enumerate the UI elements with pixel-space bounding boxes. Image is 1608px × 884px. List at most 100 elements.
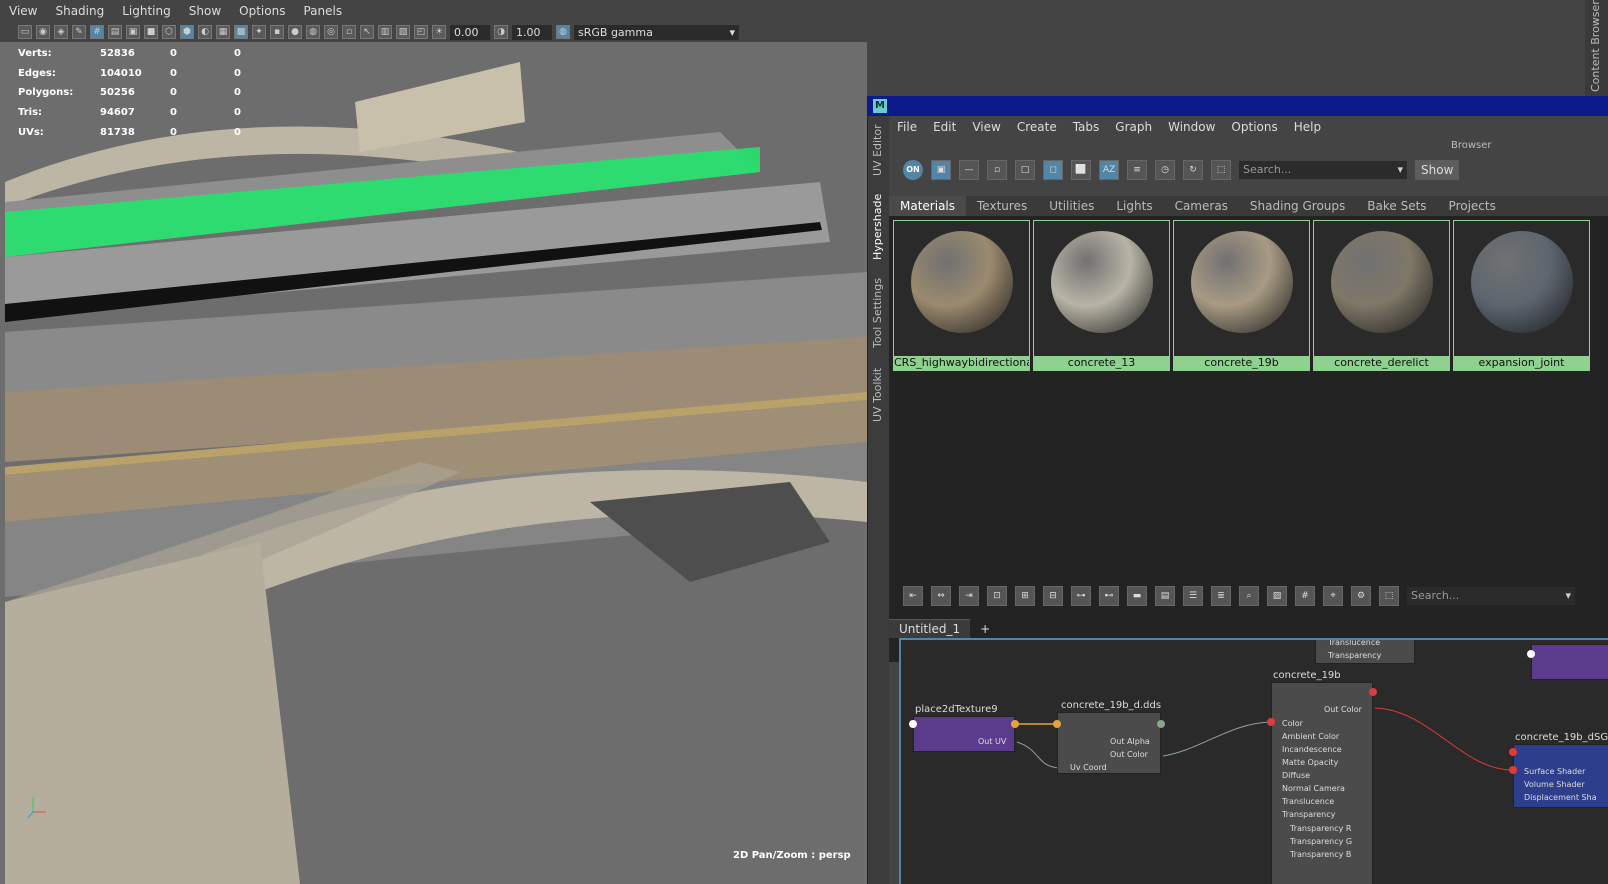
find-icon[interactable]: ⌕ <box>1239 586 1259 606</box>
tab-hypershade[interactable]: Hypershade <box>871 194 884 260</box>
graph-materials-icon[interactable]: ⊶ <box>1071 586 1091 606</box>
menu-window[interactable]: Window <box>1160 120 1223 134</box>
bookmark-icon[interactable]: ✎ <box>72 25 86 39</box>
sort-alpha-icon[interactable]: AZ <box>1099 160 1119 180</box>
lock-camera-icon[interactable]: ◈ <box>54 25 68 39</box>
tab-shading-groups[interactable]: Shading Groups <box>1239 196 1356 216</box>
xray-icon[interactable]: ● <box>288 25 302 39</box>
tab-uv-toolkit[interactable]: UV Toolkit <box>871 368 884 422</box>
refresh-icon[interactable]: ↻ <box>1183 160 1203 180</box>
gate-mask-icon[interactable]: ■ <box>144 25 158 39</box>
remove-selected-icon[interactable]: ⊟ <box>1043 586 1063 606</box>
menu-options[interactable]: Options <box>230 4 294 18</box>
full-mode-icon[interactable]: ☰ <box>1183 586 1203 606</box>
menu-options[interactable]: Options <box>1223 120 1285 134</box>
tab-untitled[interactable]: Untitled_1 <box>889 619 971 638</box>
hud-icon[interactable]: ▫ <box>342 25 356 39</box>
shading-group-node[interactable]: Surface Shader Volume Shader Displacemen… <box>1513 744 1608 808</box>
exposure-field[interactable]: 0.00 <box>450 24 490 40</box>
place2d-node[interactable]: Out UV <box>913 716 1015 752</box>
dock-icon[interactable]: ⬚ <box>1211 160 1231 180</box>
color-space-dropdown[interactable]: sRGB gamma ▾ <box>574 24 739 40</box>
resolution-gate-icon[interactable]: ▣ <box>126 25 140 39</box>
tab-textures[interactable]: Textures <box>966 196 1038 216</box>
port-dot[interactable] <box>1527 650 1535 658</box>
smooth-shade-icon[interactable]: ⬢ <box>180 25 194 39</box>
clear-graph-icon[interactable]: ⊷ <box>1099 586 1119 606</box>
icon-view-icon[interactable]: ▣ <box>931 160 951 180</box>
input-output-connections-icon[interactable]: ⇔ <box>931 586 951 606</box>
material-swatch[interactable]: concrete_13 <box>1033 220 1170 371</box>
port-dot[interactable] <box>1509 766 1517 774</box>
sort-time-icon[interactable]: ◷ <box>1155 160 1175 180</box>
xlarge-swatch-icon[interactable]: ⬜ <box>1071 160 1091 180</box>
xray-components-icon[interactable]: ◎ <box>324 25 338 39</box>
menu-view[interactable]: View <box>0 4 46 18</box>
input-connections-icon[interactable]: ⇤ <box>903 586 923 606</box>
port-dot[interactable] <box>1011 720 1019 728</box>
wireframe-icon[interactable]: ⬡ <box>162 25 176 39</box>
tab-projects[interactable]: Projects <box>1438 196 1507 216</box>
camera-icon[interactable]: ◉ <box>36 25 50 39</box>
hypershade-titlebar[interactable]: M <box>868 96 1608 116</box>
show-button[interactable]: Show <box>1415 160 1460 180</box>
gamma-field[interactable]: 1.00 <box>512 24 552 40</box>
film-gate-icon[interactable]: ▤ <box>108 25 122 39</box>
grid-toggle-icon[interactable]: # <box>1295 586 1315 606</box>
layout-icon[interactable]: ⚙ <box>1351 586 1371 606</box>
material-swatch[interactable]: concrete_19b <box>1173 220 1310 371</box>
viewport-scene[interactable] <box>0 42 867 884</box>
add-tab-button[interactable]: + <box>970 620 1000 638</box>
menu-panels[interactable]: Panels <box>294 4 351 18</box>
material-swatch[interactable]: concrete_derelict <box>1313 220 1450 371</box>
port-dot[interactable] <box>909 720 917 728</box>
grid-icon[interactable]: # <box>90 25 104 39</box>
xray-joints-icon[interactable]: ◍ <box>306 25 320 39</box>
sort-type-icon[interactable]: ≡ <box>1127 160 1147 180</box>
tab-materials[interactable]: Materials <box>889 196 967 216</box>
select-camera-icon[interactable]: ▭ <box>18 25 32 39</box>
material-swatch[interactable]: expansion_joint <box>1453 220 1590 371</box>
isolate-icon[interactable]: ▪ <box>270 25 284 39</box>
menu-edit[interactable]: Edit <box>925 120 964 134</box>
swatch-toggle-icon[interactable]: ▨ <box>1267 586 1287 606</box>
color-management-icon[interactable]: ◍ <box>556 25 570 39</box>
snap-icon[interactable]: ⌖ <box>1323 586 1343 606</box>
file-texture-node[interactable]: Out Alpha Out Color Uv Coord <box>1057 712 1161 774</box>
gamma-icon[interactable]: ◑ <box>494 25 508 39</box>
menu-create[interactable]: Create <box>1009 120 1065 134</box>
shadows-icon[interactable]: ✦ <box>252 25 266 39</box>
menu-view[interactable]: View <box>964 120 1008 134</box>
partial-node-right[interactable] <box>1531 644 1608 680</box>
dock-graph-icon[interactable]: ⬚ <box>1379 586 1399 606</box>
custom-mode-icon[interactable]: ≣ <box>1211 586 1231 606</box>
tab-bake-sets[interactable]: Bake Sets <box>1356 196 1437 216</box>
simple-mode-icon[interactable]: ▬ <box>1127 586 1147 606</box>
graph-search-input[interactable]: Search... ▾ <box>1407 587 1575 605</box>
shader-node[interactable]: Out Color Color Ambient Color Incandesce… <box>1271 682 1373 884</box>
port-dot[interactable] <box>1509 748 1517 756</box>
render-on-toggle[interactable]: ON <box>903 160 923 180</box>
menu-file[interactable]: File <box>889 120 925 134</box>
wireframe-on-shaded-icon[interactable]: ◐ <box>198 25 212 39</box>
select-icon[interactable]: ↖ <box>360 25 374 39</box>
aa-icon[interactable]: ▥ <box>378 25 392 39</box>
partial-node-top[interactable]: Translucence Transparency <box>1315 640 1415 664</box>
port-dot[interactable] <box>1369 688 1377 696</box>
list-view-icon[interactable]: — <box>959 160 979 180</box>
menu-help[interactable]: Help <box>1286 120 1329 134</box>
tab-tool-settings[interactable]: Tool Settings <box>871 278 884 348</box>
output-connections-icon[interactable]: ⇥ <box>959 586 979 606</box>
large-swatch-icon[interactable]: ◻ <box>1043 160 1063 180</box>
port-dot[interactable] <box>1053 720 1061 728</box>
small-swatch-icon[interactable]: ▫ <box>987 160 1007 180</box>
menu-tabs[interactable]: Tabs <box>1065 120 1108 134</box>
node-graph-canvas[interactable]: Translucence Transparency place2dTexture… <box>899 638 1608 884</box>
medium-swatch-icon[interactable]: □ <box>1015 160 1035 180</box>
material-swatch[interactable]: CRS_highwaybidirectional <box>893 220 1030 371</box>
add-selected-icon[interactable]: ⊞ <box>1015 586 1035 606</box>
tab-utilities[interactable]: Utilities <box>1038 196 1105 216</box>
frame-all-icon[interactable]: ⊡ <box>987 586 1007 606</box>
tab-lights[interactable]: Lights <box>1105 196 1163 216</box>
menu-lighting[interactable]: Lighting <box>113 4 180 18</box>
